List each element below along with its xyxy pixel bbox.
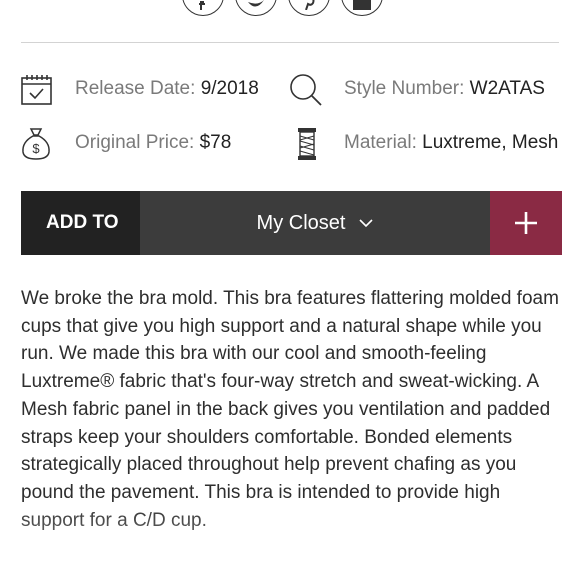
style-number-label: Style Number: [344, 78, 465, 99]
money-bag-icon: $ [22, 128, 50, 160]
original-price-value: $78 [199, 132, 232, 153]
closet-dropdown[interactable]: My Closet [140, 191, 490, 255]
add-to-label: ADD TO [21, 191, 140, 255]
chevron-down-icon [359, 218, 374, 227]
original-price: Original Price: $78 [75, 132, 231, 154]
product-description: We broke the bra mold. This bra features… [21, 288, 559, 531]
release-date: Release Date: 9/2018 [75, 78, 259, 100]
material-value: Luxtreme, Mesh [422, 132, 559, 153]
style-number: Style Number: W2ATAS [344, 78, 545, 100]
original-price-label: Original Price: [75, 132, 195, 153]
add-to-closet-button[interactable] [490, 191, 562, 255]
closet-dropdown-label: My Closet [256, 211, 346, 234]
social-share-row [182, 0, 383, 16]
facebook-icon [199, 1, 205, 10]
email-button[interactable] [341, 0, 383, 16]
release-date-value: 9/2018 [200, 78, 259, 99]
search-icon [290, 74, 322, 106]
plus-icon [515, 212, 537, 234]
twitter-button[interactable] [235, 0, 277, 16]
svg-text:$: $ [32, 141, 40, 156]
fabric-spool-icon [298, 128, 316, 160]
twitter-icon [248, 0, 264, 7]
facebook-button[interactable] [182, 0, 224, 16]
divider [21, 42, 559, 43]
style-number-value: W2ATAS [469, 78, 545, 99]
calendar-icon [21, 75, 52, 105]
pinterest-button[interactable] [288, 0, 330, 16]
material: Material: Luxtreme, Mesh [344, 132, 558, 154]
pinterest-icon [305, 0, 315, 10]
email-icon [353, 0, 371, 10]
add-to-closet-bar: ADD TO My Closet [21, 191, 562, 255]
material-label: Material: [344, 132, 417, 153]
release-date-label: Release Date: [75, 78, 196, 99]
